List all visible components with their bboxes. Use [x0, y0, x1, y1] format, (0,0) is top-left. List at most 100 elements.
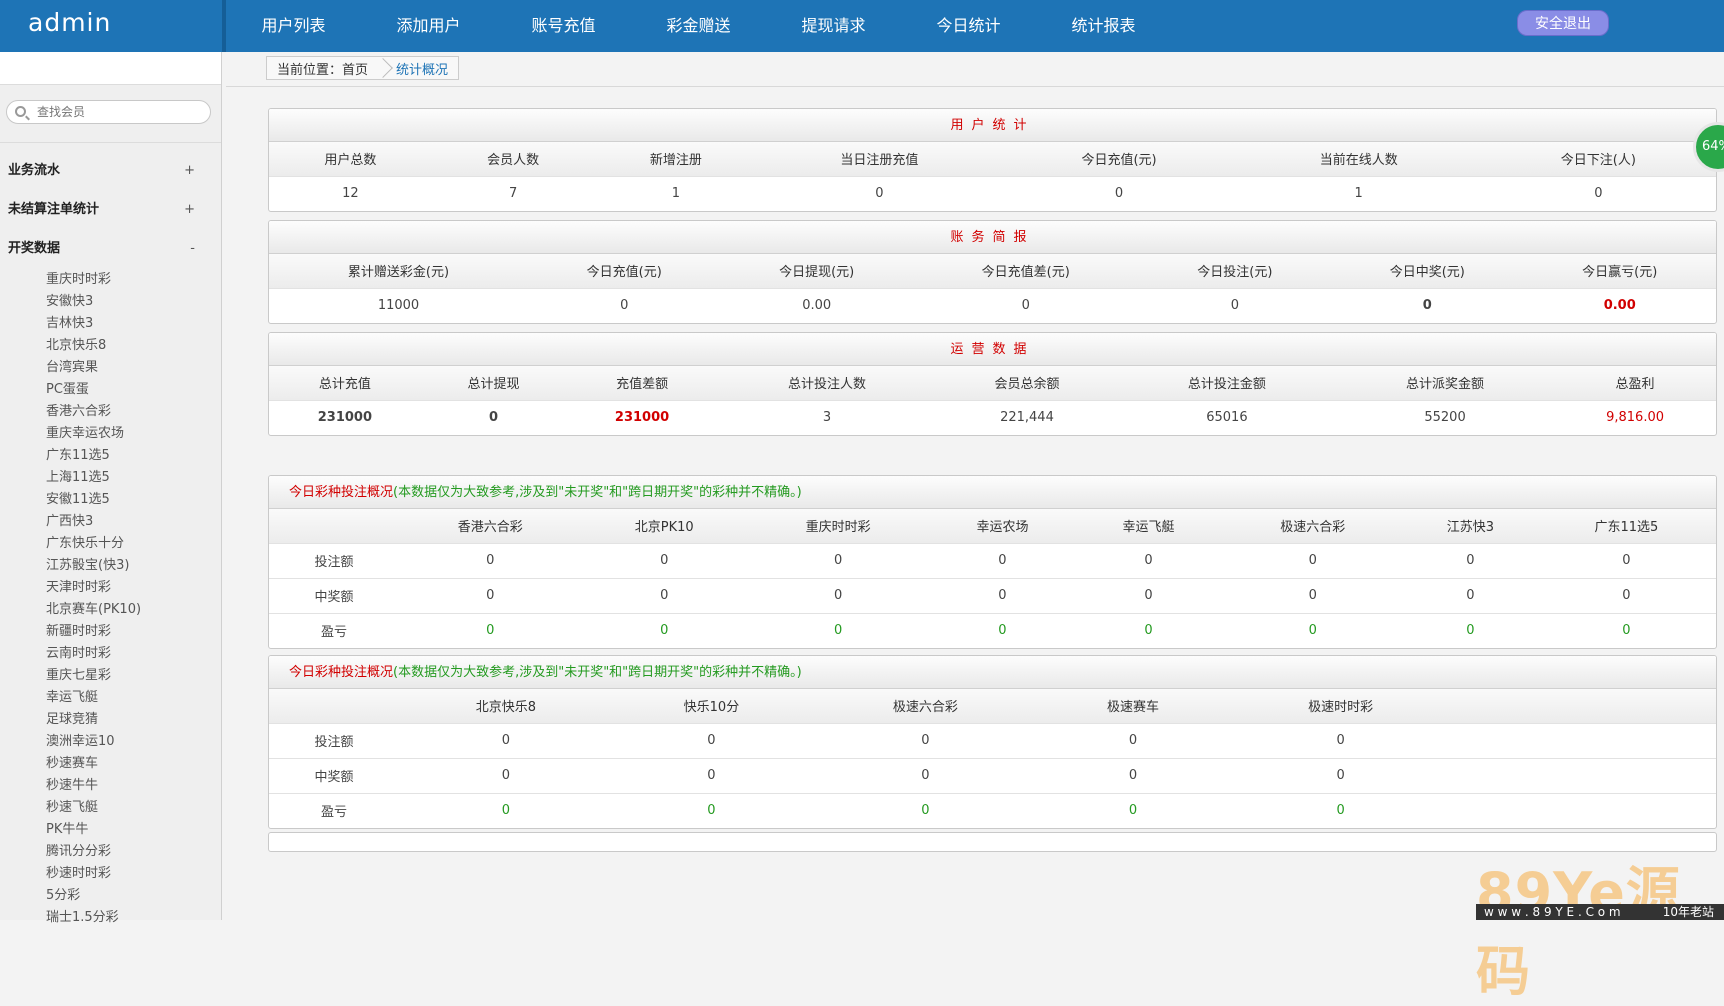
watermark-logo: 89Ye源码 [1476, 861, 1681, 1003]
table-cell: 0 [528, 287, 721, 323]
sidebar-game-item[interactable]: 5分彩 [46, 885, 141, 907]
sidebar-divider [0, 142, 221, 143]
sidebar-game-item[interactable]: 重庆幸运农场 [46, 423, 141, 445]
sidebar-game-item[interactable]: 重庆时时彩 [46, 269, 141, 291]
sidebar-game-item[interactable]: 秒速飞艇 [46, 797, 141, 819]
sidebar-game-item[interactable]: 北京快乐8 [46, 335, 141, 357]
top-bar: admin 用户列表 添加用户 账号充值 彩金赠送 提现请求 今日统计 统计报表… [0, 0, 1724, 52]
breadcrumb-home[interactable]: 当前位置：首页 [267, 59, 378, 78]
nav-today-stats[interactable]: 今日统计 [901, 0, 1036, 52]
sidebar-game-item[interactable]: 江苏骰宝(快3) [46, 555, 141, 577]
table-cell: 0 [399, 757, 613, 793]
column-header: 江苏快3 [1403, 509, 1537, 543]
table-cell: 9,816.00 [1554, 399, 1716, 435]
logout-button[interactable]: 安全退出 [1517, 10, 1609, 36]
column-header: 新增注册 [594, 142, 758, 176]
table-cell: 0 [1001, 175, 1237, 211]
sidebar-game-item[interactable]: 瑞士1.5分彩 [46, 907, 141, 929]
sidebar-group-business-flow[interactable]: 业务流水 + [0, 152, 221, 190]
table-cell: 3 [717, 399, 937, 435]
sidebar-game-item[interactable]: 广西快3 [46, 511, 141, 533]
watermark: 89Ye源码 w w w . 8 9 Y E . C o m 10年老站 [1476, 848, 1724, 1003]
table-cell: 0 [1040, 792, 1226, 828]
sidebar-game-item[interactable]: 天津时时彩 [46, 577, 141, 599]
row-label: 投注额 [269, 722, 399, 758]
operations-panel: 运营数据 总计充值 总计提现 充值差额 总计投注人数 会员总余额 总计投注金额 总计派奖金额… [268, 332, 1717, 436]
column-header: 总计充值 [269, 366, 421, 400]
table-cell: 0 [746, 542, 930, 578]
nav-account-recharge[interactable]: 账号充值 [496, 0, 631, 52]
sidebar-game-item[interactable]: 秒速赛车 [46, 753, 141, 775]
member-search-input[interactable] [37, 103, 197, 121]
table-cell: 0 [1403, 542, 1537, 578]
top-nav: 用户列表 添加用户 账号充值 彩金赠送 提现请求 今日统计 统计报表 [226, 0, 1171, 52]
column-header: 总计派奖金额 [1335, 366, 1555, 400]
column-header: 北京快乐8 [399, 689, 613, 723]
sidebar-game-item[interactable]: 北京赛车(PK10) [46, 599, 141, 621]
column-header: 今日充值(元) [1001, 142, 1237, 176]
sidebar-game-item[interactable]: PK牛牛 [46, 819, 141, 841]
expand-icon[interactable]: + [184, 191, 195, 229]
table-cell: 0 [581, 577, 747, 613]
sidebar-group-label: 开奖数据 [8, 241, 61, 256]
user-stats-panel: 用户统计 用户总数 会员人数 新增注册 当日注册充值 今日充值(元) 当前在线人数 今日下注… [268, 108, 1717, 212]
column-header: 北京PK10 [581, 509, 747, 543]
table-cell: 0 [612, 792, 810, 828]
sidebar-game-item[interactable]: 秒速时时彩 [46, 863, 141, 885]
table-cell: 0 [399, 577, 582, 613]
sidebar-game-item[interactable]: 重庆七星彩 [46, 665, 141, 687]
nav-withdraw-requests[interactable]: 提现请求 [766, 0, 901, 52]
sidebar-game-item[interactable]: 云南时时彩 [46, 643, 141, 665]
table-cell: 0 [1040, 722, 1226, 758]
sidebar-game-item[interactable]: 吉林快3 [46, 313, 141, 335]
nav-user-list[interactable]: 用户列表 [226, 0, 361, 52]
panel-title: 今日彩种投注概况(本数据仅为大致参考,涉及到"未开奖"和"跨日期开奖"的彩种并不… [269, 656, 1716, 689]
member-search[interactable] [6, 100, 211, 124]
breadcrumb: 当前位置：首页 统计概况 [266, 56, 460, 80]
breadcrumb-current: 统计概况 [396, 62, 449, 78]
bet-overview-panel-2: 今日彩种投注概况(本数据仅为大致参考,涉及到"未开奖"和"跨日期开奖"的彩种并不… [268, 655, 1717, 829]
sidebar-game-item[interactable]: 广东快乐十分 [46, 533, 141, 555]
sidebar-group-draw-data[interactable]: 开奖数据 - [0, 230, 221, 268]
collapse-icon[interactable]: - [190, 230, 195, 268]
breadcrumb-separator-icon [378, 57, 390, 79]
column-header: 重庆时时彩 [746, 509, 930, 543]
sidebar-game-item[interactable]: 台湾宾果 [46, 357, 141, 379]
sidebar-game-item[interactable]: 广东11选5 [46, 445, 141, 467]
sidebar-game-item[interactable]: 幸运飞艇 [46, 687, 141, 709]
sidebar-group-unsettled-bets[interactable]: 未结算注单统计 + [0, 191, 221, 229]
nav-add-user[interactable]: 添加用户 [361, 0, 496, 52]
sidebar-game-item[interactable]: 新疆时时彩 [46, 621, 141, 643]
sidebar-game-item[interactable]: 安徽快3 [46, 291, 141, 313]
main-content: 当前位置：首页 统计概况 用户统计 用户总数 会员人数 新增注册 当日注册充值 今日充值… [226, 52, 1724, 920]
table-cell: 221,444 [936, 399, 1118, 435]
sidebar-game-item[interactable]: 安徽11选5 [46, 489, 141, 511]
watermark-bar: w w w . 8 9 Y E . C o m 10年老站 [1476, 904, 1724, 920]
bet-overview-table-1: 香港六合彩 北京PK10 重庆时时彩 幸运农场 幸运飞艇 极速六合彩 江苏快3 广东11选5 投… [269, 509, 1716, 648]
panel-title: 用户统计 [269, 109, 1716, 142]
table-cell: 0 [1075, 612, 1222, 648]
table-cell: 0 [746, 577, 930, 613]
table-row: 投注额 0 0 0 0 0 0 0 0 [269, 542, 1716, 578]
bet-overview-note: (本数据仅为大致参考,涉及到"未开奖"和"跨日期开奖"的彩种并不精确。) [393, 665, 802, 680]
user-stats-table: 用户总数 会员人数 新增注册 当日注册充值 今日充值(元) 当前在线人数 今日下注(人) 1… [269, 142, 1716, 211]
table-cell: 0 [1225, 757, 1456, 793]
nav-bonus-gift[interactable]: 彩金赠送 [631, 0, 766, 52]
table-cell: 1 [594, 175, 758, 211]
column-header: 累计赠送彩金(元) [269, 254, 529, 288]
expand-icon[interactable]: + [184, 152, 195, 190]
row-label: 中奖额 [269, 757, 399, 793]
sidebar-game-item[interactable]: 上海11选5 [46, 467, 141, 489]
sidebar-game-item[interactable]: 腾讯分分彩 [46, 841, 141, 863]
column-header: 幸运飞艇 [1075, 509, 1222, 543]
row-header-blank [269, 509, 399, 543]
sidebar-game-item[interactable]: 香港六合彩 [46, 401, 141, 423]
sidebar-game-item[interactable]: 秒速牛牛 [46, 775, 141, 797]
sidebar-game-item[interactable]: PC蛋蛋 [46, 379, 141, 401]
nav-stats-report[interactable]: 统计报表 [1036, 0, 1171, 52]
sidebar-game-item[interactable]: 澳洲幸运10 [46, 731, 141, 753]
table-cell: 0 [581, 612, 747, 648]
column-header: 总计投注金额 [1117, 366, 1336, 400]
sidebar-game-item[interactable]: 足球竞猜 [46, 709, 141, 731]
breadcrumb-divider [226, 86, 1724, 87]
